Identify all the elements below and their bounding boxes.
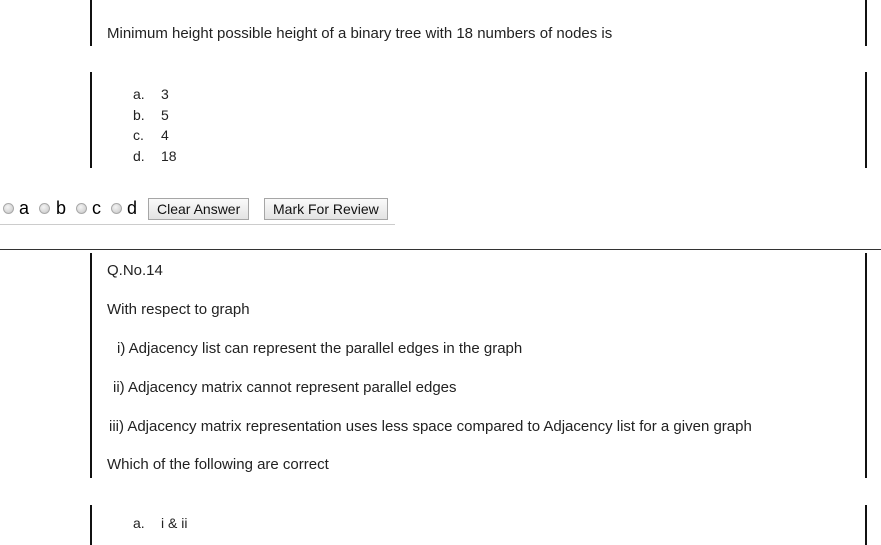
radio-a[interactable] — [3, 203, 14, 214]
radio-d[interactable] — [111, 203, 122, 214]
q13-option-a: a. 3 — [133, 86, 169, 102]
q13-option-b: b. 5 — [133, 107, 169, 123]
q13-options-left-border — [90, 72, 92, 168]
q14-options-left-border — [90, 505, 92, 545]
clear-answer-button[interactable]: Clear Answer — [148, 198, 250, 220]
q13-option-c: c. 4 — [133, 127, 169, 143]
radio-b[interactable] — [39, 203, 50, 214]
radio-c[interactable] — [76, 203, 87, 214]
q13-option-d: d. 18 — [133, 148, 177, 164]
mark-for-review-button[interactable]: Mark For Review — [264, 198, 388, 220]
q13-right-border — [865, 0, 867, 46]
radio-c-label[interactable]: c — [92, 198, 101, 219]
q14-number: Q.No.14 — [107, 262, 163, 279]
q13-question-text: Minimum height possible height of a bina… — [107, 25, 613, 42]
q14-left-border — [90, 253, 92, 478]
q14-statement-1: i) Adjacency list can represent the para… — [117, 340, 523, 357]
q13-left-border — [90, 0, 92, 46]
question-separator — [0, 249, 881, 250]
q14-option-a: a. i & ii — [133, 515, 188, 531]
radio-a-label[interactable]: a — [19, 198, 29, 219]
q14-intro: With respect to graph — [107, 301, 250, 318]
radio-b-label[interactable]: b — [56, 198, 66, 219]
q13-options-right-border — [865, 72, 867, 168]
answer-bar: a b c d Clear Answer Mark For Review — [0, 196, 395, 225]
q14-statement-3: iii) Adjacency matrix representation use… — [109, 418, 752, 435]
q14-options-right-border — [865, 505, 867, 545]
radio-d-label[interactable]: d — [127, 198, 137, 219]
q14-right-border — [865, 253, 867, 478]
q14-statement-2: ii) Adjacency matrix cannot represent pa… — [113, 379, 457, 396]
q14-prompt: Which of the following are correct — [107, 456, 329, 473]
